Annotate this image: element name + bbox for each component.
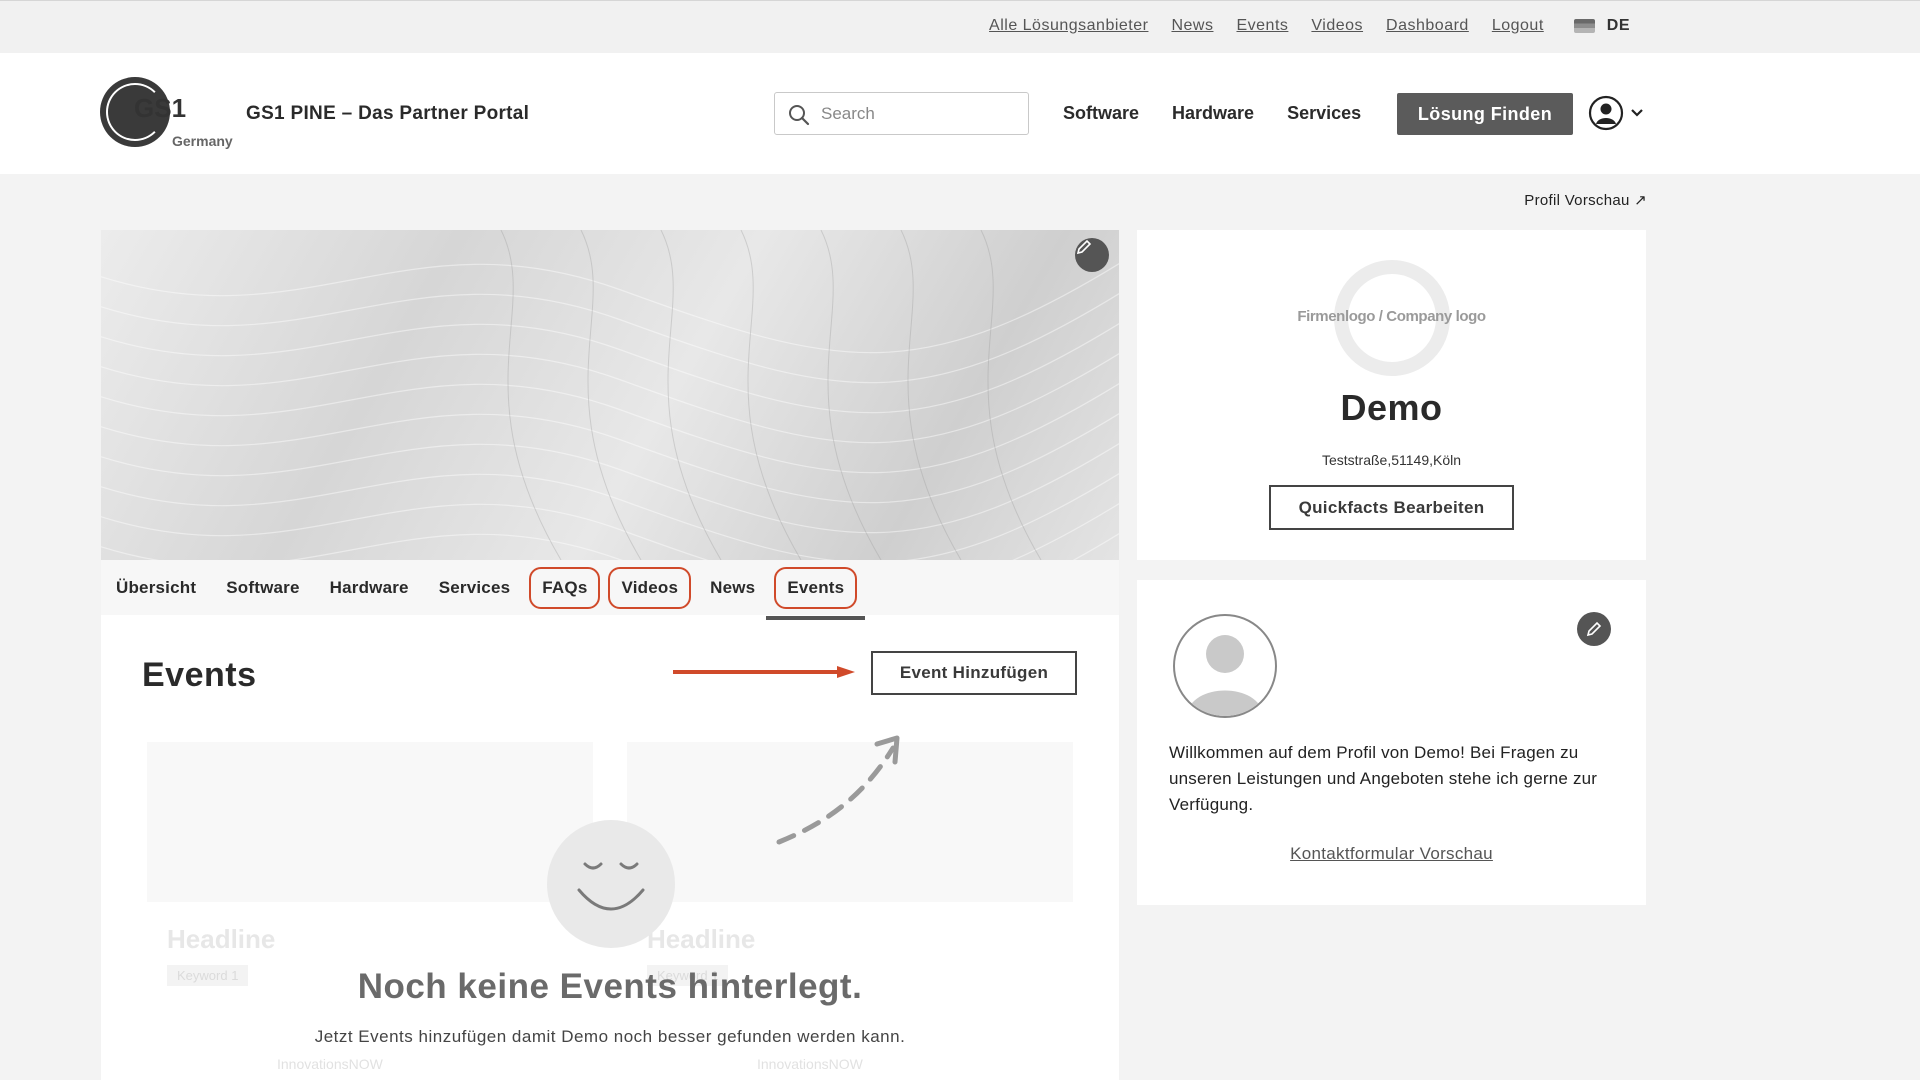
link-news[interactable]: News xyxy=(1171,17,1213,35)
smiley-icon xyxy=(547,820,675,948)
tab-hardware[interactable]: Hardware xyxy=(319,569,420,607)
profile-tabs: Übersicht Software Hardware Services FAQ… xyxy=(101,560,1119,620)
logo-text: GS1 xyxy=(134,93,187,123)
placeholder-illustration xyxy=(147,742,593,902)
site-header: GS1 Germany GS1 PINE – Das Partner Porta… xyxy=(0,53,1920,174)
nav-hardware[interactable]: Hardware xyxy=(1172,103,1254,124)
language-code: DE xyxy=(1606,17,1630,34)
edit-quickfacts-button[interactable]: Quickfacts Bearbeiten xyxy=(1269,485,1514,530)
company-name: Demo xyxy=(1340,387,1443,428)
language-switcher[interactable]: DE xyxy=(1573,17,1630,35)
tab-events[interactable]: Events xyxy=(766,566,866,620)
company-address: Teststraße,51149,Köln xyxy=(1321,452,1462,468)
contact-card: Willkommen auf dem Profil von Demo! Bei … xyxy=(1137,580,1646,905)
avatar xyxy=(1173,614,1277,718)
main-nav: Software Hardware Services xyxy=(1063,103,1361,124)
link-logout[interactable]: Logout xyxy=(1492,17,1544,35)
pencil-icon xyxy=(1076,239,1092,255)
top-utility-bar: Alle Lösungsanbieter News Events Videos … xyxy=(0,0,1920,53)
user-menu-button[interactable] xyxy=(1588,95,1644,131)
tab-services[interactable]: Services xyxy=(428,569,522,607)
search-box[interactable] xyxy=(774,92,1029,135)
dashed-arrow-icon xyxy=(776,735,900,845)
profile-main-card: Übersicht Software Hardware Services FAQ… xyxy=(101,230,1119,1080)
tab-uebersicht[interactable]: Übersicht xyxy=(105,569,207,607)
nav-software[interactable]: Software xyxy=(1063,103,1139,124)
nav-services[interactable]: Services xyxy=(1287,103,1361,124)
welcome-text: Willkommen auf dem Profil von Demo! Bei … xyxy=(1169,743,1598,814)
edit-contact-button[interactable] xyxy=(1577,612,1611,646)
tab-videos[interactable]: Videos xyxy=(608,566,692,609)
empty-state-title: Noch keine Events hinterlegt. xyxy=(357,967,863,1006)
banner-wave-pattern xyxy=(101,230,1119,560)
user-account-icon xyxy=(1588,95,1624,131)
utility-links: Alle Lösungsanbieter News Events Videos … xyxy=(989,17,1630,35)
placeholder-source: InnovationsNOW xyxy=(277,1056,383,1072)
logo-country: Germany xyxy=(172,133,233,149)
person-icon xyxy=(1187,635,1263,716)
chevron-down-icon xyxy=(1631,109,1643,117)
tab-software[interactable]: Software xyxy=(215,569,310,607)
placeholder-headline: Headline xyxy=(647,924,756,954)
contact-form-preview-link[interactable]: Kontaktformular Vorschau xyxy=(1137,844,1646,864)
find-solution-button[interactable]: Lösung Finden xyxy=(1397,93,1573,135)
portal-title[interactable]: GS1 PINE – Das Partner Portal xyxy=(246,103,529,125)
pencil-icon xyxy=(1586,621,1602,637)
empty-state-subtitle: Jetzt Events hinzufügen damit Demo noch … xyxy=(314,1027,906,1046)
tab-faqs[interactable]: FAQs xyxy=(529,566,601,609)
tab-news[interactable]: News xyxy=(699,569,766,607)
company-card: Firmenlogo / Company logo Demo Teststraß… xyxy=(1137,230,1646,560)
events-title: Events xyxy=(142,656,257,694)
flag-icon xyxy=(1573,19,1595,33)
link-dashboard[interactable]: Dashboard xyxy=(1386,17,1469,35)
link-alle-loesungsanbieter[interactable]: Alle Lösungsanbieter xyxy=(989,17,1148,35)
search-icon xyxy=(789,105,810,126)
link-videos[interactable]: Videos xyxy=(1311,17,1363,35)
link-events[interactable]: Events xyxy=(1236,17,1288,35)
placeholder-headline: Headline xyxy=(167,924,276,954)
placeholder-source: InnovationsNOW xyxy=(757,1056,863,1072)
profile-preview-link[interactable]: Profil Vorschau ↗ xyxy=(1524,191,1647,209)
edit-banner-button[interactable] xyxy=(1075,238,1109,272)
search-input[interactable] xyxy=(821,101,1021,127)
add-event-button[interactable]: Event Hinzufügen xyxy=(871,651,1077,695)
company-logo-label: Firmenlogo / Company logo xyxy=(1297,308,1486,325)
profile-banner-image xyxy=(101,230,1119,560)
red-arrow-icon xyxy=(673,666,855,678)
